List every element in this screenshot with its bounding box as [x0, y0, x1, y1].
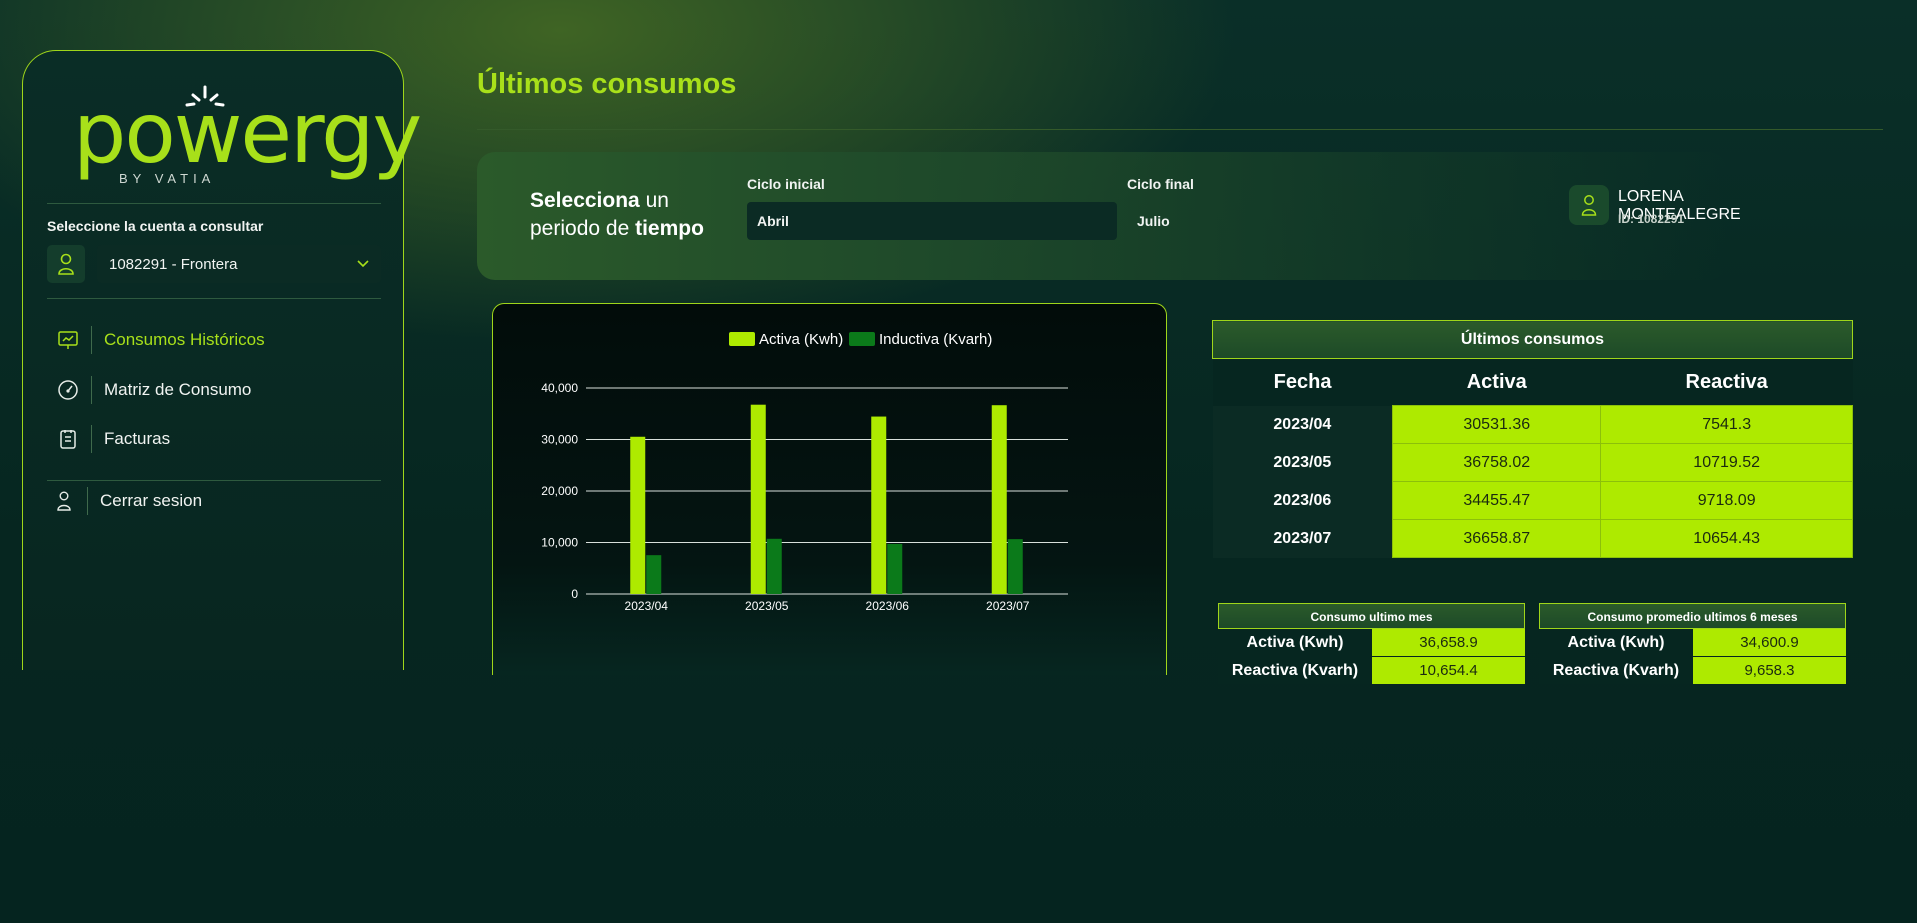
summary-value: 9,658.3: [1693, 657, 1846, 684]
table-cell-date: 2023/04: [1212, 405, 1393, 444]
sidebar-item-facturas[interactable]: Facturas: [55, 421, 170, 457]
legend-label: Activa (Kwh): [759, 331, 843, 348]
sidebar-item-matriz-de-consumo[interactable]: Matriz de Consumo: [55, 372, 251, 408]
table-title: Últimos consumos: [1212, 320, 1853, 359]
summary-value: 34,600.9: [1693, 629, 1846, 656]
chart-presentation-icon: [55, 327, 81, 353]
bar-activa: [750, 404, 766, 594]
summary-label: Activa (Kwh): [1218, 629, 1372, 656]
table-row: 2023/05 36758.02 10719.52: [1212, 443, 1853, 482]
bar-inductiva: [1007, 539, 1023, 594]
start-cycle-label: Ciclo inicial: [747, 176, 825, 192]
bar-activa: [630, 436, 646, 594]
y-tick-label: 0: [571, 587, 578, 601]
divider: [47, 298, 381, 299]
bar-inductiva: [766, 538, 782, 594]
x-tick-label: 2023/05: [745, 599, 789, 613]
summary-label: Activa (Kwh): [1539, 629, 1693, 656]
summary-value: 36,658.9: [1372, 629, 1525, 656]
table-cell-reactiva: 10719.52: [1600, 443, 1853, 482]
user-id: ID: 1082291: [1618, 212, 1685, 226]
y-tick-label: 10,000: [541, 536, 578, 550]
x-tick-label: 2023/04: [625, 599, 669, 613]
divider: [477, 129, 1883, 130]
table-cell-activa: 30531.36: [1392, 405, 1602, 444]
summary-row: Activa (Kwh) 36,658.9: [1218, 629, 1525, 656]
table-cell-activa: 34455.47: [1392, 481, 1602, 520]
summary-average-6-months: Consumo promedio ultimos 6 meses Activa …: [1539, 603, 1846, 685]
table-cell-activa: 36658.87: [1392, 519, 1602, 558]
logout-button[interactable]: Cerrar sesion: [51, 483, 202, 519]
logout-label: Cerrar sesion: [100, 491, 203, 510]
sidebar-item-label: Facturas: [104, 429, 171, 448]
bar-activa: [991, 405, 1007, 594]
brand-logo: powergy BY VATIA: [73, 85, 422, 191]
consumption-bar-chart: 0 10,000 20,000 30,000 40,000 2023/04 2023/05 2…: [541, 331, 1068, 613]
user-icon: [47, 245, 85, 283]
period-prompt: Selecciona un periodo de tiempo: [530, 189, 704, 240]
summary-value: 10,654.4: [1372, 657, 1525, 684]
brand-name: powergy: [73, 84, 422, 182]
column-header: Activa: [1392, 358, 1601, 406]
summary-label: Reactiva (Kvarh): [1218, 657, 1372, 684]
sidebar-item-label: Consumos Históricos: [104, 330, 265, 349]
summary-label: Reactiva (Kvarh): [1539, 657, 1693, 684]
end-cycle-select[interactable]: Julio: [1127, 202, 1497, 240]
y-tick-label: 40,000: [541, 381, 578, 395]
summary-row: Reactiva (Kvarh) 10,654.4: [1218, 657, 1525, 684]
y-tick-label: 20,000: [541, 484, 578, 498]
summary-title: Consumo ultimo mes: [1218, 603, 1525, 629]
account-select-value: 1082291 - Frontera: [109, 255, 238, 273]
account-label: Seleccione la cuenta a consultar: [47, 218, 264, 234]
ultimos-consumos-table: Últimos consumos Fecha Activa Reactiva 2…: [1212, 320, 1853, 558]
end-cycle-label: Ciclo final: [1127, 176, 1194, 192]
bar-inductiva: [646, 555, 662, 594]
summary-row: Activa (Kwh) 34,600.9: [1539, 629, 1846, 656]
consumption-chart-card: 0 10,000 20,000 30,000 40,000 2023/04 2023/05 2…: [492, 303, 1167, 675]
gauge-icon: [55, 377, 81, 403]
table-cell-reactiva: 7541.3: [1600, 405, 1853, 444]
table-cell-date: 2023/07: [1212, 519, 1393, 558]
user-icon: [51, 488, 77, 514]
table-cell-date: 2023/06: [1212, 481, 1393, 520]
column-header: Fecha: [1212, 358, 1393, 406]
divider: [47, 480, 381, 481]
summary-row: Reactiva (Kvarh) 9,658.3: [1539, 657, 1846, 684]
sidebar-item-label: Matriz de Consumo: [104, 380, 252, 399]
bar-activa: [871, 416, 887, 594]
table-cell-activa: 36758.02: [1392, 443, 1602, 482]
table-cell-date: 2023/05: [1212, 443, 1393, 482]
sidebar: powergy BY VATIA Seleccione la cuenta a …: [22, 50, 422, 670]
summary-last-month: Consumo ultimo mes Activa (Kwh) 36,658.9…: [1218, 603, 1525, 685]
legend-swatch: [729, 332, 755, 346]
column-header: Reactiva: [1600, 358, 1853, 406]
sidebar-item-consumos-historicos[interactable]: Consumos Históricos: [55, 322, 265, 358]
invoice-icon: [55, 426, 81, 452]
account-select[interactable]: 1082291 - Frontera: [97, 245, 381, 283]
table-row: 2023/06 34455.47 9718.09: [1212, 481, 1853, 520]
page-title: Últimos consumos: [477, 68, 737, 100]
chevron-down-icon: [357, 260, 369, 268]
legend-label: Inductiva (Kvarh): [879, 331, 992, 348]
divider: [47, 203, 381, 204]
legend-swatch: [849, 332, 875, 346]
table-row: 2023/04 30531.36 7541.3: [1212, 405, 1853, 444]
user-avatar-icon: [1569, 185, 1609, 225]
table-row: 2023/07 36658.87 10654.43: [1212, 519, 1853, 558]
summary-title: Consumo promedio ultimos 6 meses: [1539, 603, 1846, 629]
period-selector-card: Selecciona un periodo de tiempo Ciclo in…: [477, 152, 1741, 280]
x-tick-label: 2023/07: [986, 599, 1030, 613]
bar-inductiva: [887, 543, 903, 594]
y-tick-label: 30,000: [541, 433, 578, 447]
table-cell-reactiva: 9718.09: [1600, 481, 1853, 520]
start-cycle-select[interactable]: Abril: [747, 202, 1117, 240]
end-cycle-value: Julio: [1137, 213, 1170, 229]
table-cell-reactiva: 10654.43: [1600, 519, 1853, 558]
start-cycle-value: Abril: [757, 213, 789, 229]
x-tick-label: 2023/06: [866, 599, 910, 613]
brand-tagline: BY VATIA: [119, 171, 216, 186]
